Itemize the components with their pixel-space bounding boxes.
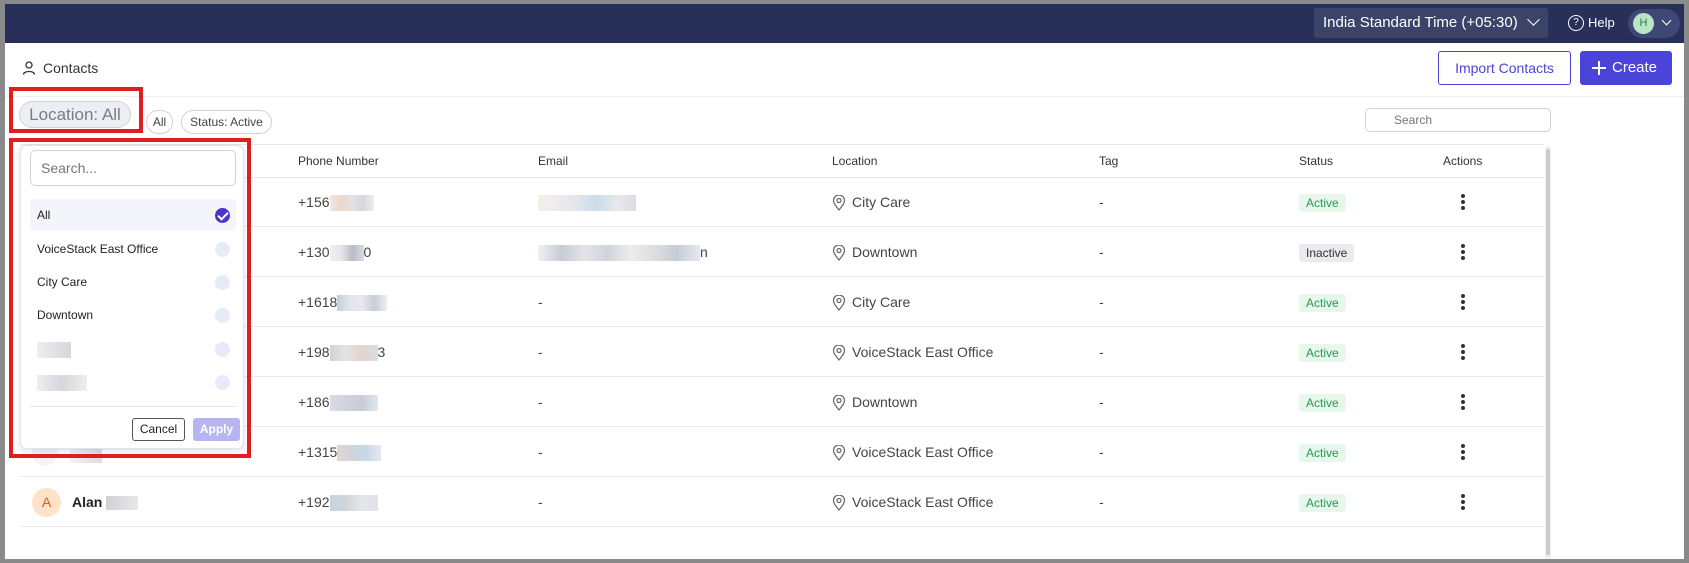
avatar: A	[32, 488, 61, 517]
timezone-selector[interactable]: India Standard Time (+05:30)	[1314, 8, 1548, 38]
tag-filter-chip[interactable]: All	[146, 110, 173, 134]
location-pin-icon	[832, 195, 846, 211]
status-badge: Active	[1299, 444, 1346, 463]
tag-cell: -	[1099, 494, 1104, 510]
location-pin-icon	[832, 295, 846, 311]
phone-cell: +192	[298, 478, 378, 527]
help-label: Help	[1588, 15, 1615, 30]
table-scrollbar-thumb[interactable]	[1546, 149, 1550, 555]
email-cell: -	[538, 294, 543, 310]
highlight-box-location-chip	[9, 87, 143, 133]
tag-cell: -	[1099, 294, 1104, 310]
column-header-location: Location	[832, 154, 878, 168]
email-cell: n	[538, 228, 708, 277]
location-cell: VoiceStack East Office	[832, 328, 993, 377]
header-divider	[5, 96, 1684, 97]
column-header-status: Status	[1299, 154, 1334, 168]
status-cell: Active	[1299, 278, 1346, 327]
location-cell: City Care	[832, 278, 910, 327]
contact-name[interactable]: Alan	[72, 478, 139, 527]
phone-cell: +186	[298, 378, 378, 427]
location-cell: VoiceStack East Office	[832, 478, 993, 527]
location-pin-icon	[832, 345, 846, 361]
location-pin-icon	[832, 395, 846, 411]
status-badge: Active	[1299, 394, 1346, 413]
more-actions-icon[interactable]	[1461, 194, 1465, 210]
column-header-email: Email	[538, 154, 569, 168]
email-cell: -	[538, 444, 543, 460]
column-header-tag: Tag	[1099, 154, 1119, 168]
phone-cell: +1315	[298, 428, 382, 477]
status-badge: Active	[1299, 194, 1346, 213]
table-row[interactable]: A Alan +192 - VoiceStack East Office - A…	[20, 478, 1544, 527]
status-cell: Inactive	[1299, 228, 1355, 277]
more-actions-icon[interactable]	[1461, 344, 1465, 360]
tag-cell: -	[1099, 194, 1104, 210]
tag-cell: -	[1099, 394, 1104, 410]
email-cell: -	[538, 394, 543, 410]
phone-cell: +130 0	[298, 244, 372, 262]
status-cell: Active	[1299, 378, 1346, 427]
status-cell: Active	[1299, 328, 1346, 377]
more-actions-icon[interactable]	[1461, 444, 1465, 460]
create-button[interactable]: Create	[1580, 51, 1672, 85]
timezone-label: India Standard Time (+05:30)	[1323, 14, 1518, 31]
email-cell: -	[538, 494, 543, 510]
create-label: Create	[1612, 59, 1658, 76]
tag-cell: -	[1099, 244, 1104, 260]
location-cell: VoiceStack East Office	[832, 428, 993, 477]
location-cell: Downtown	[832, 378, 917, 427]
status-cell: Active	[1299, 428, 1346, 477]
more-actions-icon[interactable]	[1461, 294, 1465, 310]
location-pin-icon	[832, 495, 846, 511]
location-cell: Downtown	[832, 228, 917, 277]
status-badge: Active	[1299, 294, 1346, 313]
email-cell	[538, 178, 636, 227]
user-menu[interactable]: H	[1628, 9, 1680, 38]
help-circle-icon: ?	[1568, 15, 1584, 31]
import-contacts-button[interactable]: Import Contacts	[1438, 51, 1571, 85]
phone-cell: +156	[298, 178, 374, 227]
more-actions-icon[interactable]	[1461, 394, 1465, 410]
top-nav-bar: India Standard Time (+05:30) ? Help H	[5, 4, 1684, 43]
column-header-phone: Phone Number	[298, 154, 379, 168]
help-link[interactable]: ? Help	[1568, 12, 1615, 34]
location-pin-icon	[832, 245, 846, 261]
status-cell: Active	[1299, 478, 1346, 527]
column-header-actions: Actions	[1443, 154, 1483, 168]
person-icon	[22, 61, 36, 75]
app-window: India Standard Time (+05:30) ? Help H Co…	[5, 4, 1684, 559]
email-cell: -	[538, 344, 543, 360]
avatar: H	[1633, 13, 1654, 34]
highlight-box-location-dropdown	[9, 138, 251, 458]
chevron-down-icon	[1661, 15, 1672, 26]
more-actions-icon[interactable]	[1461, 494, 1465, 510]
page-title: Contacts	[43, 60, 99, 76]
status-filter-chip[interactable]: Status: Active	[181, 110, 272, 134]
status-badge: Active	[1299, 344, 1346, 363]
search-input[interactable]	[1365, 108, 1551, 132]
chevron-down-icon	[1527, 13, 1540, 26]
status-badge: Active	[1299, 494, 1346, 513]
location-pin-icon	[832, 445, 846, 461]
tag-cell: -	[1099, 444, 1104, 460]
more-actions-icon[interactable]	[1461, 244, 1465, 260]
status-cell: Active	[1299, 178, 1346, 227]
phone-cell: +1618	[298, 278, 388, 327]
status-badge: Inactive	[1299, 244, 1355, 263]
tag-cell: -	[1099, 344, 1104, 360]
phone-cell: +198 3	[298, 344, 386, 362]
location-cell: City Care	[832, 178, 910, 227]
plus-icon	[1592, 61, 1606, 75]
